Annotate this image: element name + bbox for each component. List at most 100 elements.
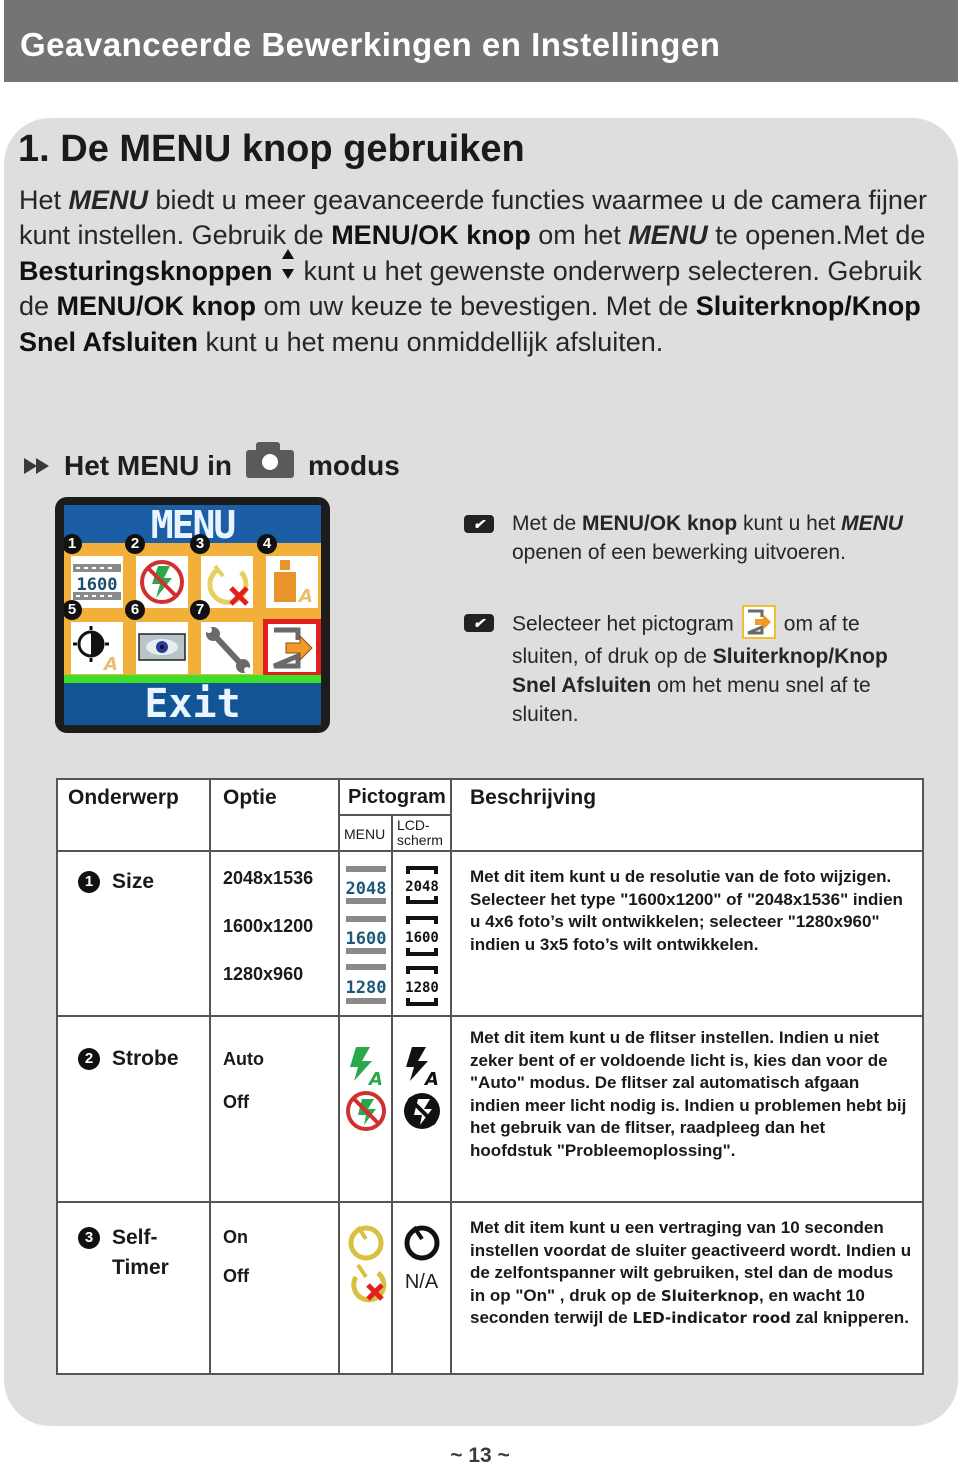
up-down-arrows-icon	[280, 248, 296, 283]
svg-text:A: A	[423, 1069, 439, 1090]
svg-text:1600: 1600	[77, 575, 118, 595]
camera-icon	[246, 442, 294, 478]
resolution-lcd-icons: 2048 1600 1280	[405, 866, 439, 1006]
option-value: 1600x1200	[223, 916, 314, 936]
item-number-badge: 6	[125, 600, 145, 620]
row-number-badge: 1	[78, 871, 100, 894]
svg-text:A: A	[297, 586, 313, 607]
subheader-lcd: LCD-scherm	[391, 814, 452, 852]
description-shutter-term: Sluiterknop	[660, 1286, 760, 1305]
lcd-icon-cell: A	[391, 1015, 452, 1203]
self-timer-off-icon	[207, 564, 249, 606]
intro-text: om uw keuze te bevestigen. Met de	[256, 291, 696, 322]
flash-off-icon	[140, 560, 184, 604]
intro-nav-buttons-term: Besturingsknoppen	[19, 255, 273, 286]
fast-forward-icon	[24, 456, 52, 476]
lcd-icon-cell: N/A	[391, 1201, 452, 1375]
intro-text: om het	[530, 220, 629, 251]
description-text: zal knipperen.	[790, 1308, 909, 1327]
note-menu-ok: ✔ Met de MENU/OK knop kunt u het MENU op…	[464, 509, 906, 567]
topic-label: Self-	[112, 1226, 158, 1249]
item-number-badge: 7	[190, 600, 210, 620]
intro-text: kunt u het menu onmiddellijk afsluiten.	[198, 326, 664, 357]
flash-menu-icons: A	[345, 1047, 386, 1131]
svg-text:1600: 1600	[405, 930, 439, 946]
submenu-heading-mode: modus	[308, 450, 400, 481]
self-timer-menu-icons	[348, 1225, 386, 1303]
item-number-badge: 3	[190, 534, 210, 554]
description-cell: Met dit item kunt u de flitser instellen…	[450, 1015, 924, 1203]
resolution-menu-icons: 2048 1600 1280	[345, 866, 386, 1004]
table-row: 3 Self- Timer On Off N/A Met dit item kunt…	[56, 1201, 924, 1375]
page-header-title: Geavanceerde Bewerkingen en Instellingen	[20, 26, 721, 63]
lcd-tile-exit[interactable]	[263, 619, 321, 677]
svg-text:1280: 1280	[345, 978, 386, 998]
setup-wrench-icon	[206, 627, 250, 673]
submenu-heading: Het MENU in modus	[24, 442, 400, 486]
intro-paragraph: Het MENU biedt u meer geavanceerde funct…	[19, 183, 949, 360]
intro-menu-ok-term: MENU/OK knop	[331, 220, 531, 251]
self-timer-lcd-icon	[404, 1225, 439, 1261]
auto-scene-icon: A	[274, 560, 313, 607]
section-title: 1. De MENU knop gebruiken	[18, 128, 525, 170]
option-cell: Auto Off	[209, 1015, 340, 1203]
svg-text:1600: 1600	[345, 929, 386, 949]
note-exit: ✔ Selecteer het pictogram om af te sluite…	[464, 605, 906, 729]
lcd-tile-flash[interactable]	[136, 556, 188, 608]
description-led-term: LED-indicator rood	[632, 1309, 791, 1327]
self-timer-on-menu-icon	[348, 1225, 383, 1261]
table-row: 1 Size 2048x1536 1600x1200 1280x960 2048 …	[56, 850, 924, 1017]
page-number: ~ 13 ~	[450, 1444, 510, 1467]
lcd-tile-self-timer[interactable]	[201, 556, 253, 608]
lcd-tile-scene[interactable]: A	[266, 556, 318, 608]
flash-lcd-icons: A	[403, 1047, 440, 1129]
item-number-badge: 4	[257, 534, 277, 554]
option-value: Off	[223, 1092, 249, 1112]
note-menu-term: MENU	[841, 512, 903, 535]
option-value: 1280x960	[223, 964, 304, 984]
exit-icon	[273, 627, 313, 669]
topic-cell: 2 Strobe	[56, 1015, 211, 1203]
resolution-2048-menu-icon: 2048	[345, 866, 386, 904]
lcd-exit-label: Exit	[144, 681, 241, 725]
option-value: Off	[223, 1266, 249, 1286]
svg-text:1280: 1280	[405, 980, 439, 996]
option-value: 2048x1536	[223, 868, 314, 888]
svg-text:A: A	[102, 654, 118, 674]
menu-icon-cell: A	[338, 1015, 393, 1203]
resolution-1600-icon: 1600	[73, 564, 121, 600]
lcd-icon-cell: 2048 1600 1280	[391, 850, 452, 1017]
note-text: Selecteer het pictogram	[512, 612, 734, 636]
self-timer-off-menu-icon	[350, 1263, 386, 1303]
header-topic: Onderwerp	[56, 778, 211, 852]
preview-eye-icon	[138, 633, 186, 661]
option-value: On	[223, 1227, 248, 1247]
topic-cell: 1 Size	[56, 850, 211, 1017]
topic-label: Strobe	[112, 1047, 179, 1070]
resolution-1600-menu-icon: 1600	[345, 916, 386, 954]
menu-icon-cell: 2048 1600 1280	[338, 850, 393, 1017]
flash-auto-lcd-icon: A	[405, 1047, 439, 1090]
header-description: Beschrijving	[450, 778, 924, 852]
intro-menu-ok-term: MENU/OK knop	[56, 291, 257, 322]
intro-text: Het	[19, 185, 69, 215]
row-number-badge: 2	[78, 1048, 100, 1071]
description-cell: Met dit item kunt u de resolutie van de …	[450, 850, 924, 1017]
note-text: openen of een bewerking uitvoeren.	[512, 541, 846, 564]
option-value: Auto	[223, 1049, 264, 1069]
item-number-badge: 2	[125, 534, 145, 554]
exposure-auto-icon: A	[73, 626, 118, 675]
item-number-badge: 5	[64, 600, 82, 620]
note-bold: MENU/OK knop	[582, 512, 738, 535]
table-header-row: Onderwerp Optie Pictogram Beschrijving	[56, 778, 924, 852]
intro-menu-term: MENU	[68, 185, 149, 215]
not-applicable-label: N/A	[404, 1271, 439, 1293]
intro-menu-term: MENU	[628, 220, 708, 251]
lcd-tile-size[interactable]: 1600	[71, 556, 123, 608]
lcd-tile-setup[interactable]	[201, 622, 253, 674]
table-row: 2 Strobe Auto Off A A Met dit item kunt u…	[56, 1015, 924, 1203]
lcd-tile-preview[interactable]	[136, 622, 188, 674]
lcd-tile-exposure[interactable]: A	[71, 622, 123, 675]
note-text: Met de	[512, 512, 583, 535]
note-text: kunt u het	[737, 512, 842, 535]
